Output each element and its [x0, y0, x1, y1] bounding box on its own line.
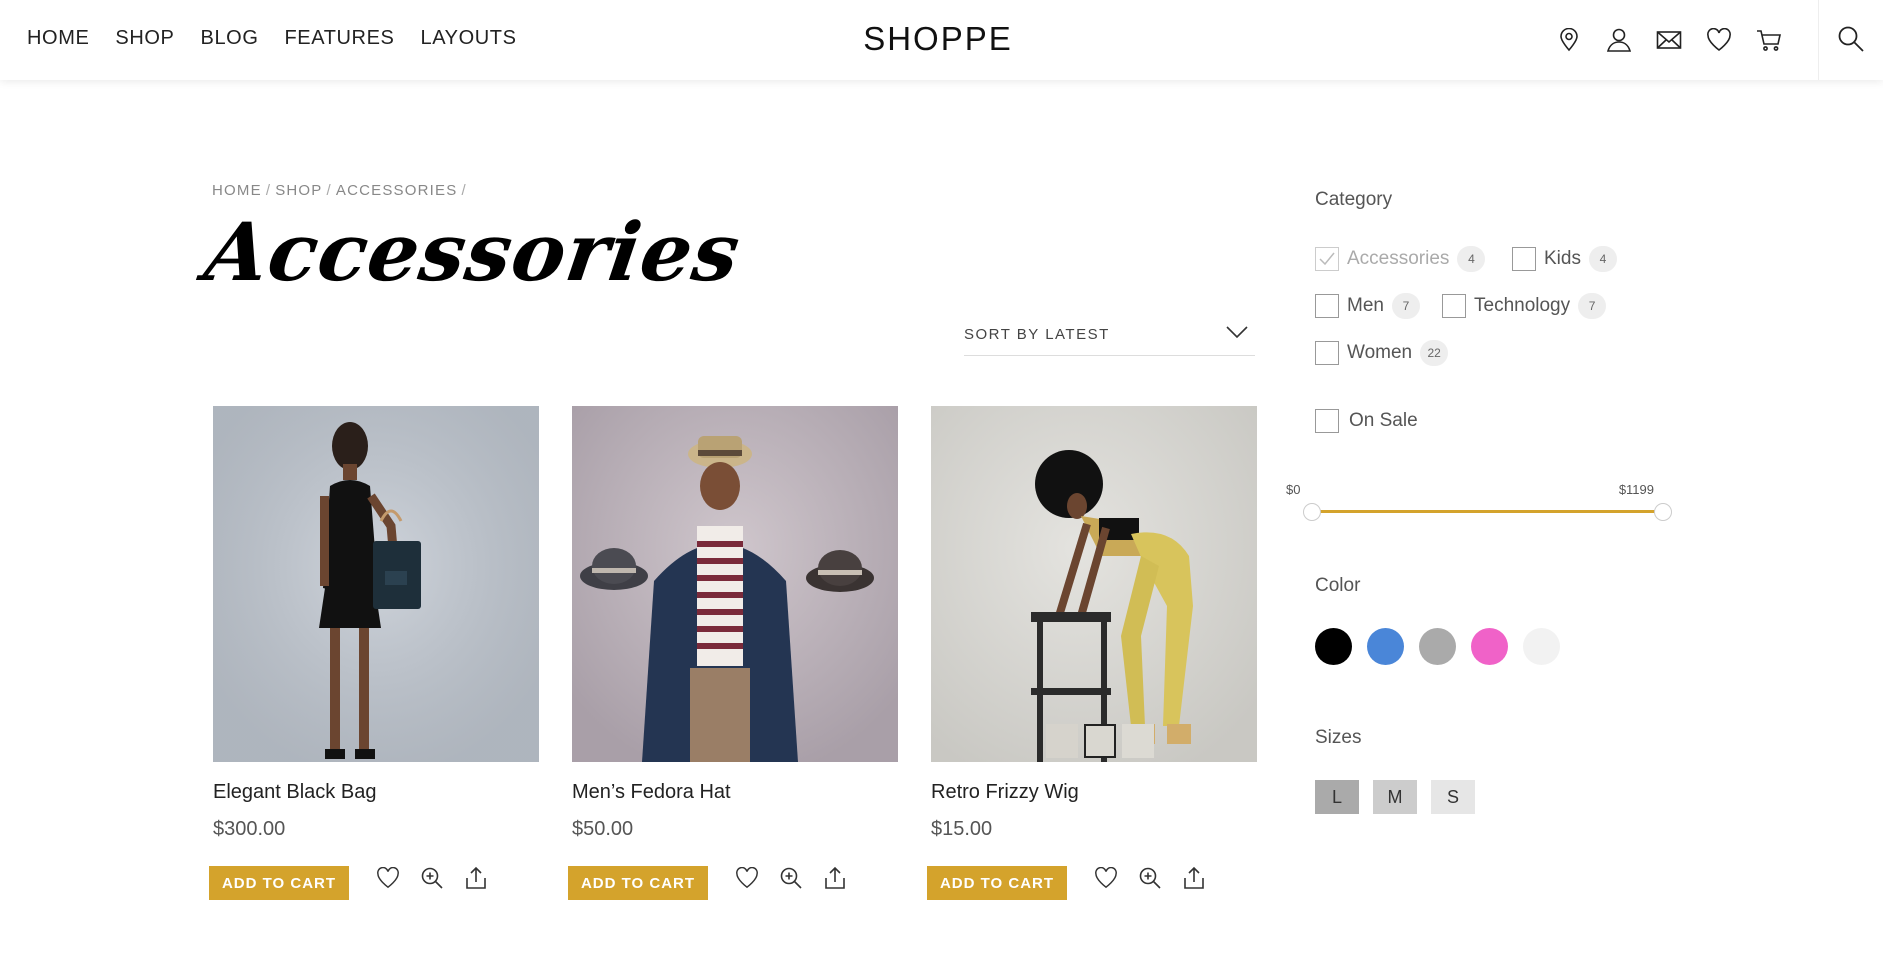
product-image[interactable]: [213, 406, 539, 762]
on-sale-filter[interactable]: On Sale: [1315, 409, 1418, 433]
price-min-label: $0: [1286, 482, 1301, 497]
wishlist-heart-icon[interactable]: [375, 864, 401, 892]
sort-dropdown[interactable]: SORT BY LATEST: [964, 318, 1255, 356]
color-swatches: [1315, 628, 1560, 665]
size-option-s[interactable]: S: [1431, 780, 1475, 814]
checkbox[interactable]: [1315, 341, 1339, 365]
category-label: Accessories: [1347, 248, 1450, 269]
wishlist-heart-icon[interactable]: [1093, 864, 1119, 892]
product-price: $50.00: [572, 818, 634, 840]
slider-max-handle[interactable]: [1654, 503, 1672, 521]
heart-icon[interactable]: [1705, 26, 1733, 54]
product-actions: [375, 864, 489, 892]
checkbox[interactable]: [1512, 247, 1536, 271]
category-filter-men[interactable]: Men 7: [1315, 293, 1420, 319]
category-label: Men: [1347, 295, 1384, 316]
product-image[interactable]: [572, 406, 898, 762]
price-range-slider: $0 $1199: [1286, 482, 1672, 522]
color-swatch-black[interactable]: [1315, 628, 1352, 665]
product-name[interactable]: Men’s Fedora Hat: [572, 781, 731, 804]
cart-icon[interactable]: [1755, 26, 1783, 54]
add-to-cart-button[interactable]: ADD TO CART: [927, 866, 1067, 900]
thumbnail[interactable]: [1084, 724, 1116, 758]
site-header: HOME SHOP BLOG FEATURES LAYOUTS SHOPPE: [0, 0, 1883, 80]
color-swatch-gray[interactable]: [1419, 628, 1456, 665]
category-filter-women[interactable]: Women 22: [1315, 340, 1449, 366]
category-count: 22: [1420, 340, 1449, 366]
category-label: Women: [1347, 342, 1413, 363]
category-count: 7: [1391, 293, 1420, 319]
category-filter-technology[interactable]: Technology 7: [1442, 293, 1607, 319]
product-actions: [734, 864, 848, 892]
location-icon[interactable]: [1555, 26, 1583, 54]
search-icon[interactable]: [1836, 24, 1866, 54]
page-title: Accessories: [199, 205, 746, 299]
on-sale-label: On Sale: [1349, 410, 1418, 431]
sort-label: SORT BY LATEST: [964, 326, 1110, 343]
color-swatch-white[interactable]: [1523, 628, 1560, 665]
add-to-cart-button[interactable]: ADD TO CART: [568, 866, 708, 900]
breadcrumb-shop[interactable]: SHOP: [275, 182, 322, 199]
breadcrumb: HOME / SHOP / ACCESSORIES /: [212, 182, 467, 199]
mail-icon[interactable]: [1655, 26, 1683, 54]
product-name[interactable]: Retro Frizzy Wig: [931, 781, 1079, 804]
checkbox[interactable]: [1315, 409, 1339, 433]
category-filter-accessories[interactable]: Accessories 4: [1315, 246, 1486, 272]
zoom-in-icon[interactable]: [419, 864, 445, 892]
category-heading: Category: [1315, 189, 1393, 210]
product-price: $15.00: [931, 818, 993, 840]
category-filter-kids[interactable]: Kids 4: [1512, 246, 1617, 272]
slider-min-handle[interactable]: [1303, 503, 1321, 521]
add-to-cart-button[interactable]: ADD TO CART: [209, 866, 349, 900]
category-label: Technology: [1474, 295, 1571, 316]
product-price: $300.00: [213, 818, 286, 840]
header-divider: [1818, 0, 1819, 80]
product-image[interactable]: [931, 406, 1257, 762]
share-icon[interactable]: [822, 864, 848, 892]
user-icon[interactable]: [1605, 26, 1633, 54]
share-icon[interactable]: [463, 864, 489, 892]
slider-track: [1311, 510, 1663, 513]
breadcrumb-accessories[interactable]: ACCESSORIES: [336, 182, 458, 199]
thumbnail[interactable]: [1046, 724, 1078, 758]
wishlist-heart-icon[interactable]: [734, 864, 760, 892]
product-name[interactable]: Elegant Black Bag: [213, 781, 376, 804]
share-icon[interactable]: [1181, 864, 1207, 892]
product-card: Elegant Black Bag $300.00 ADD TO CART: [209, 406, 539, 900]
zoom-in-icon[interactable]: [778, 864, 804, 892]
color-swatch-blue[interactable]: [1367, 628, 1404, 665]
category-count: 4: [1588, 246, 1617, 272]
image-thumbnails: [1046, 724, 1154, 758]
color-swatch-pink[interactable]: [1471, 628, 1508, 665]
chevron-down-icon: [1225, 324, 1249, 344]
category-label: Kids: [1544, 248, 1581, 269]
thumbnail[interactable]: [1122, 724, 1154, 758]
breadcrumb-home[interactable]: HOME: [212, 182, 262, 199]
product-card: Men’s Fedora Hat $50.00 ADD TO CART: [568, 406, 898, 900]
header-icon-bar: [1555, 26, 1783, 54]
product-card: Retro Frizzy Wig $15.00 ADD TO CART: [927, 406, 1257, 900]
checkbox[interactable]: [1442, 294, 1466, 318]
category-count: 4: [1457, 246, 1486, 272]
checkbox[interactable]: [1315, 294, 1339, 318]
size-option-m[interactable]: M: [1373, 780, 1417, 814]
zoom-in-icon[interactable]: [1137, 864, 1163, 892]
sizes-heading: Sizes: [1315, 727, 1362, 748]
price-max-label: $1199: [1618, 482, 1654, 497]
size-options: L M S: [1315, 780, 1475, 814]
category-count: 7: [1578, 293, 1607, 319]
size-option-l[interactable]: L: [1315, 780, 1359, 814]
product-actions: [1093, 864, 1207, 892]
checkbox[interactable]: [1315, 247, 1339, 271]
color-heading: Color: [1315, 575, 1361, 596]
